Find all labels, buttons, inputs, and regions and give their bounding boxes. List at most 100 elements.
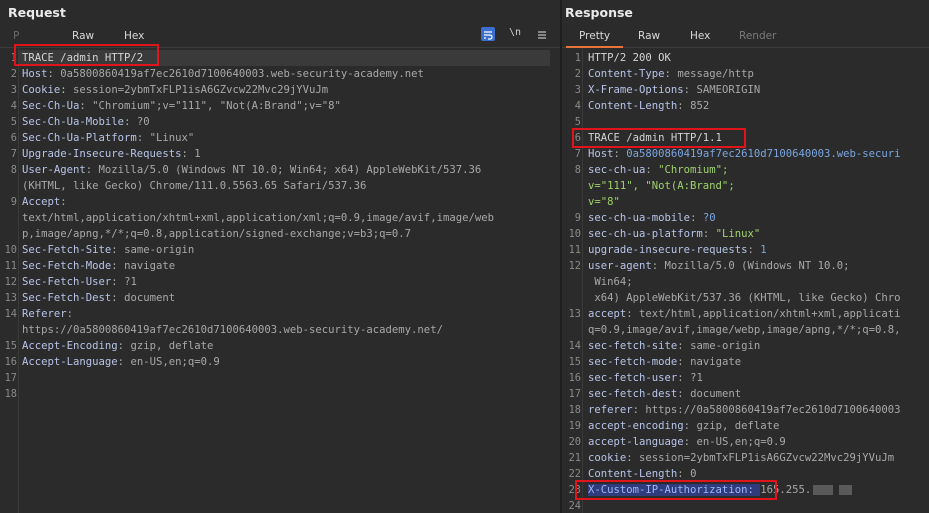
code-line[interactable]: 3 Cookie: session=2ybmTxFLP1isA6GZvcw22Mv…: [0, 82, 560, 98]
header-value: document: [690, 388, 742, 400]
line-number: 17: [568, 388, 581, 400]
header-value: ?1: [690, 372, 703, 384]
header-value: 0a5800860419af7ec2610d7100640003.web-sec…: [60, 68, 424, 80]
header-name: sec-ch-ua-mobile: [588, 212, 691, 224]
code-line[interactable]: (KHTML, like Gecko) Chrome/111.0.5563.65…: [0, 178, 560, 194]
code-line[interactable]: 5 Sec-Ch-Ua-Mobile: ?0: [0, 114, 560, 130]
code-line[interactable]: 10 sec-ch-ua-platform: "Linux": [562, 226, 929, 242]
code-line[interactable]: 16 Accept-Language: en-US,en;q=0.9: [0, 354, 560, 370]
code-line[interactable]: 11 Sec-Fetch-Mode: navigate: [0, 258, 560, 274]
menu-icon[interactable]: [536, 27, 550, 41]
line-text: Sec-Fetch-Mode: navigate: [22, 258, 175, 274]
response-editor[interactable]: 1 HTTP/2 200 OK 2 Content-Type: message/htt…: [562, 50, 929, 513]
code-line[interactable]: 13 accept: text/html,application/xhtml+xm…: [562, 306, 929, 322]
header-name: Upgrade-Insecure-Requests: [22, 148, 182, 160]
code-line[interactable]: 17 sec-fetch-dest: document: [562, 386, 929, 402]
code-line[interactable]: p,image/apng,*/*;q=0.8,application/signe…: [0, 226, 560, 242]
code-line[interactable]: 13 Sec-Fetch-Dest: document: [0, 290, 560, 306]
code-line[interactable]: 11 upgrade-insecure-requests: 1: [562, 242, 929, 258]
header-value: same-origin: [690, 340, 761, 352]
tab-hex[interactable]: Hex: [690, 30, 710, 42]
header-separator: :: [136, 132, 150, 144]
code-line[interactable]: 14 Referer:: [0, 306, 560, 322]
code-line[interactable]: 19 accept-encoding: gzip, deflate: [562, 418, 929, 434]
header-separator: :: [111, 276, 125, 288]
header-name: accept-encoding: [588, 420, 684, 432]
line-content: v="8": [588, 196, 620, 208]
tab-pretty[interactable]: Pretty: [579, 30, 610, 42]
code-line[interactable]: v="8": [562, 194, 929, 210]
header-value: Mozilla/5.0 (Windows NT 10.0;: [664, 260, 850, 272]
tab-pretty[interactable]: P: [13, 30, 19, 42]
code-line[interactable]: https://0a5800860419af7ec2610d7100640003…: [0, 322, 560, 338]
header-separator: :: [60, 84, 74, 96]
code-line[interactable]: 8 User-Agent: Mozilla/5.0 (Windows NT 10.…: [0, 162, 560, 178]
code-line[interactable]: 18 referer: https://0a5800860419af7ec2610…: [562, 402, 929, 418]
line-number: 18: [4, 388, 17, 400]
header-name: referer: [588, 404, 633, 416]
header-separator: :: [111, 244, 125, 256]
header-name: Sec-Ch-Ua: [22, 100, 80, 112]
wrap-lines-icon[interactable]: [481, 27, 495, 41]
header-name: sec-fetch-user: [588, 372, 678, 384]
header-separator: :: [60, 196, 74, 208]
header-separator: :: [181, 148, 195, 160]
code-line[interactable]: 9 Accept:: [0, 194, 560, 210]
code-line[interactable]: 7 Host: 0a5800860419af7ec2610d7100640003.…: [562, 146, 929, 162]
line-number: 8: [574, 164, 581, 176]
code-line[interactable]: 4 Content-Length: 852: [562, 98, 929, 114]
line-text: Host: 0a5800860419af7ec2610d7100640003.w…: [588, 146, 901, 162]
code-line[interactable]: 14 sec-fetch-site: same-origin: [562, 338, 929, 354]
header-separator: :: [111, 260, 125, 272]
line-text: sec-fetch-mode: navigate: [588, 354, 741, 370]
tab-raw[interactable]: Raw: [72, 30, 94, 42]
code-line[interactable]: 12 Sec-Fetch-User: ?1: [0, 274, 560, 290]
code-line[interactable]: 15 Accept-Encoding: gzip, deflate: [0, 338, 560, 354]
code-line[interactable]: 2 Content-Type: message/http: [562, 66, 929, 82]
code-line[interactable]: 18: [0, 386, 560, 402]
code-line[interactable]: 1 HTTP/2 200 OK: [562, 50, 929, 66]
code-line[interactable]: 10 Sec-Fetch-Site: same-origin: [0, 242, 560, 258]
code-line[interactable]: 8 sec-ch-ua: "Chromium";: [562, 162, 929, 178]
code-line[interactable]: 4 Sec-Ch-Ua: "Chromium";v="111", "Not(A:B…: [0, 98, 560, 114]
newline-icon[interactable]: \n: [509, 27, 523, 41]
header-separator: :: [124, 116, 137, 128]
request-editor[interactable]: 1 TRACE /admin HTTP/2 2 Host: 0a5800860419a…: [0, 50, 560, 513]
header-name: Sec-Ch-Ua-Platform: [22, 132, 137, 144]
code-line[interactable]: 6 Sec-Ch-Ua-Platform: "Linux": [0, 130, 560, 146]
header-name: user-agent: [588, 260, 652, 272]
header-separator: :: [677, 372, 691, 384]
code-line[interactable]: text/html,application/xhtml+xml,applicat…: [0, 210, 560, 226]
code-line[interactable]: 12 user-agent: Mozilla/5.0 (Windows NT 10…: [562, 258, 929, 274]
tab-render[interactable]: Render: [739, 30, 776, 42]
code-line[interactable]: 20 accept-language: en-US,en;q=0.9: [562, 434, 929, 450]
header-name: Cookie: [22, 84, 61, 96]
header-separator: :: [117, 340, 131, 352]
code-line[interactable]: 2 Host: 0a5800860419af7ec2610d7100640003.…: [0, 66, 560, 82]
line-text: https://0a5800860419af7ec2610d7100640003…: [22, 322, 443, 338]
header-separator: :: [632, 404, 646, 416]
line-number: 16: [4, 356, 17, 368]
code-line[interactable]: 21 cookie: session=2ybmTxFLP1isA6GZvcw22M…: [562, 450, 929, 466]
code-line[interactable]: 16 sec-fetch-user: ?1: [562, 370, 929, 386]
code-line[interactable]: 24: [562, 498, 929, 513]
tab-raw[interactable]: Raw: [638, 30, 660, 42]
line-number: 18: [568, 404, 581, 416]
header-name: Content-Type: [588, 68, 665, 80]
code-line[interactable]: x64) AppleWebKit/537.36 (KHTML, like Gec…: [562, 290, 929, 306]
header-separator: :: [683, 436, 697, 448]
line-content: https://0a5800860419af7ec2610d7100640003…: [22, 324, 443, 336]
code-line[interactable]: 9 sec-ch-ua-mobile: ?0: [562, 210, 929, 226]
code-line[interactable]: 7 Upgrade-Insecure-Requests: 1: [0, 146, 560, 162]
tab-hex[interactable]: Hex: [124, 30, 144, 42]
code-line[interactable]: q=0.9,image/avif,image/webp,image/apng,*…: [562, 322, 929, 338]
header-separator: :: [651, 260, 665, 272]
code-line[interactable]: 3 X-Frame-Options: SAMEORIGIN: [562, 82, 929, 98]
code-line[interactable]: 15 sec-fetch-mode: navigate: [562, 354, 929, 370]
code-line[interactable]: 17: [0, 370, 560, 386]
code-line[interactable]: v="111", "Not(A:Brand";: [562, 178, 929, 194]
header-name: sec-ch-ua: [588, 164, 646, 176]
line-text: Referer:: [22, 306, 79, 322]
code-line[interactable]: Win64;: [562, 274, 929, 290]
header-name: Sec-Fetch-Mode: [22, 260, 112, 272]
